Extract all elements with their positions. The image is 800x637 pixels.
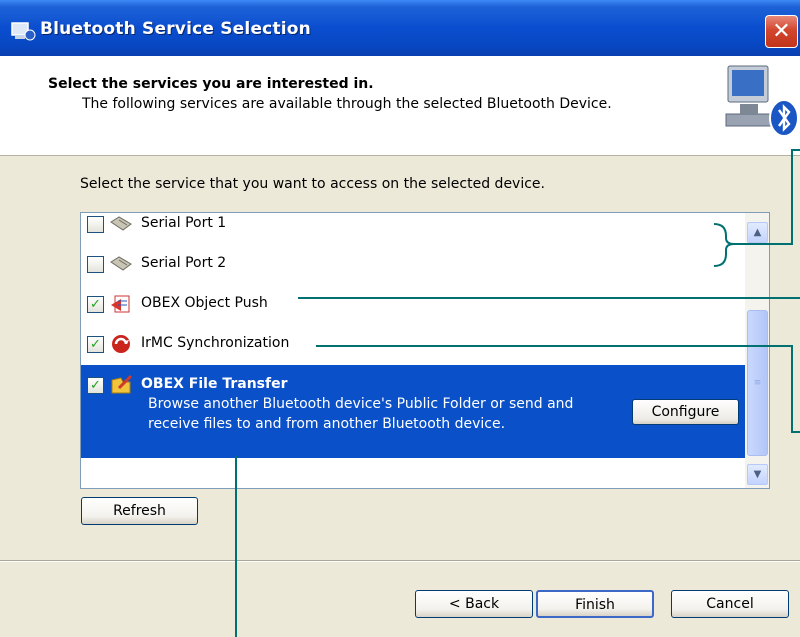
list-item[interactable]: ✓ IrMC Synchronization [81, 325, 745, 365]
refresh-button[interactable]: Refresh [81, 497, 198, 525]
cancel-button[interactable]: Cancel [671, 590, 789, 618]
list-item[interactable]: ✓ OBEX Object Push [81, 285, 745, 325]
description-line: Browse another Bluetooth device's Public… [148, 396, 574, 412]
wizard-header: Select the services you are interested i… [0, 56, 800, 156]
service-label: OBEX File Transfer [141, 376, 288, 392]
footer-divider [0, 560, 800, 562]
title-bar: Bluetooth Service Selection ✕ [0, 0, 800, 56]
cancel-button-label: Cancel [706, 596, 754, 612]
finish-button-label: Finish [575, 597, 615, 613]
service-checkbox[interactable]: ✓ [87, 296, 104, 313]
serial-port-icon [110, 256, 132, 271]
list-item[interactable]: Serial Port 2 [81, 245, 745, 285]
object-push-icon [111, 295, 130, 313]
list-item-selected[interactable]: ✓ OBEX File Transfer Browse another Blue… [81, 365, 745, 458]
service-description: Browse another Bluetooth device's Public… [148, 394, 573, 434]
finish-button[interactable]: Finish [536, 590, 654, 618]
scroll-down-button[interactable]: ▼ [747, 464, 768, 485]
back-button[interactable]: < Back [415, 590, 533, 618]
service-checkbox[interactable] [87, 256, 104, 273]
service-list[interactable]: Serial Port 1 Serial Port 2 ✓ OBEX Objec… [80, 212, 770, 489]
service-checkbox[interactable]: ✓ [87, 377, 104, 394]
description-line: receive files to and from another Blueto… [148, 416, 506, 432]
list-scrollbar[interactable]: ▲ ≡ ▼ [745, 213, 769, 488]
close-button[interactable]: ✕ [765, 15, 798, 48]
service-label: Serial Port 2 [141, 255, 227, 271]
scroll-up-button[interactable]: ▲ [747, 222, 768, 243]
list-item[interactable]: Serial Port 1 [81, 213, 745, 245]
serial-port-icon [110, 216, 132, 231]
scroll-thumb[interactable]: ≡ [747, 310, 768, 456]
file-transfer-icon [111, 374, 133, 394]
service-label: IrMC Synchronization [141, 335, 290, 351]
bluetooth-computer-icon [725, 65, 799, 137]
header-title: Select the services you are interested i… [48, 76, 374, 92]
service-checkbox[interactable]: ✓ [87, 336, 104, 353]
service-checkbox[interactable] [87, 216, 104, 233]
service-label: OBEX Object Push [141, 295, 268, 311]
bluetooth-window-icon [11, 22, 36, 41]
instruction-text: Select the service that you want to acce… [80, 176, 545, 192]
window-title: Bluetooth Service Selection [40, 19, 311, 39]
sync-icon [112, 335, 130, 353]
header-subtitle: The following services are available thr… [82, 96, 612, 112]
refresh-button-label: Refresh [113, 503, 166, 519]
back-prefix: < [448, 596, 466, 612]
configure-button[interactable]: Configure [632, 399, 739, 425]
service-label: Serial Port 1 [141, 215, 227, 231]
back-button-label: Back [465, 596, 500, 612]
